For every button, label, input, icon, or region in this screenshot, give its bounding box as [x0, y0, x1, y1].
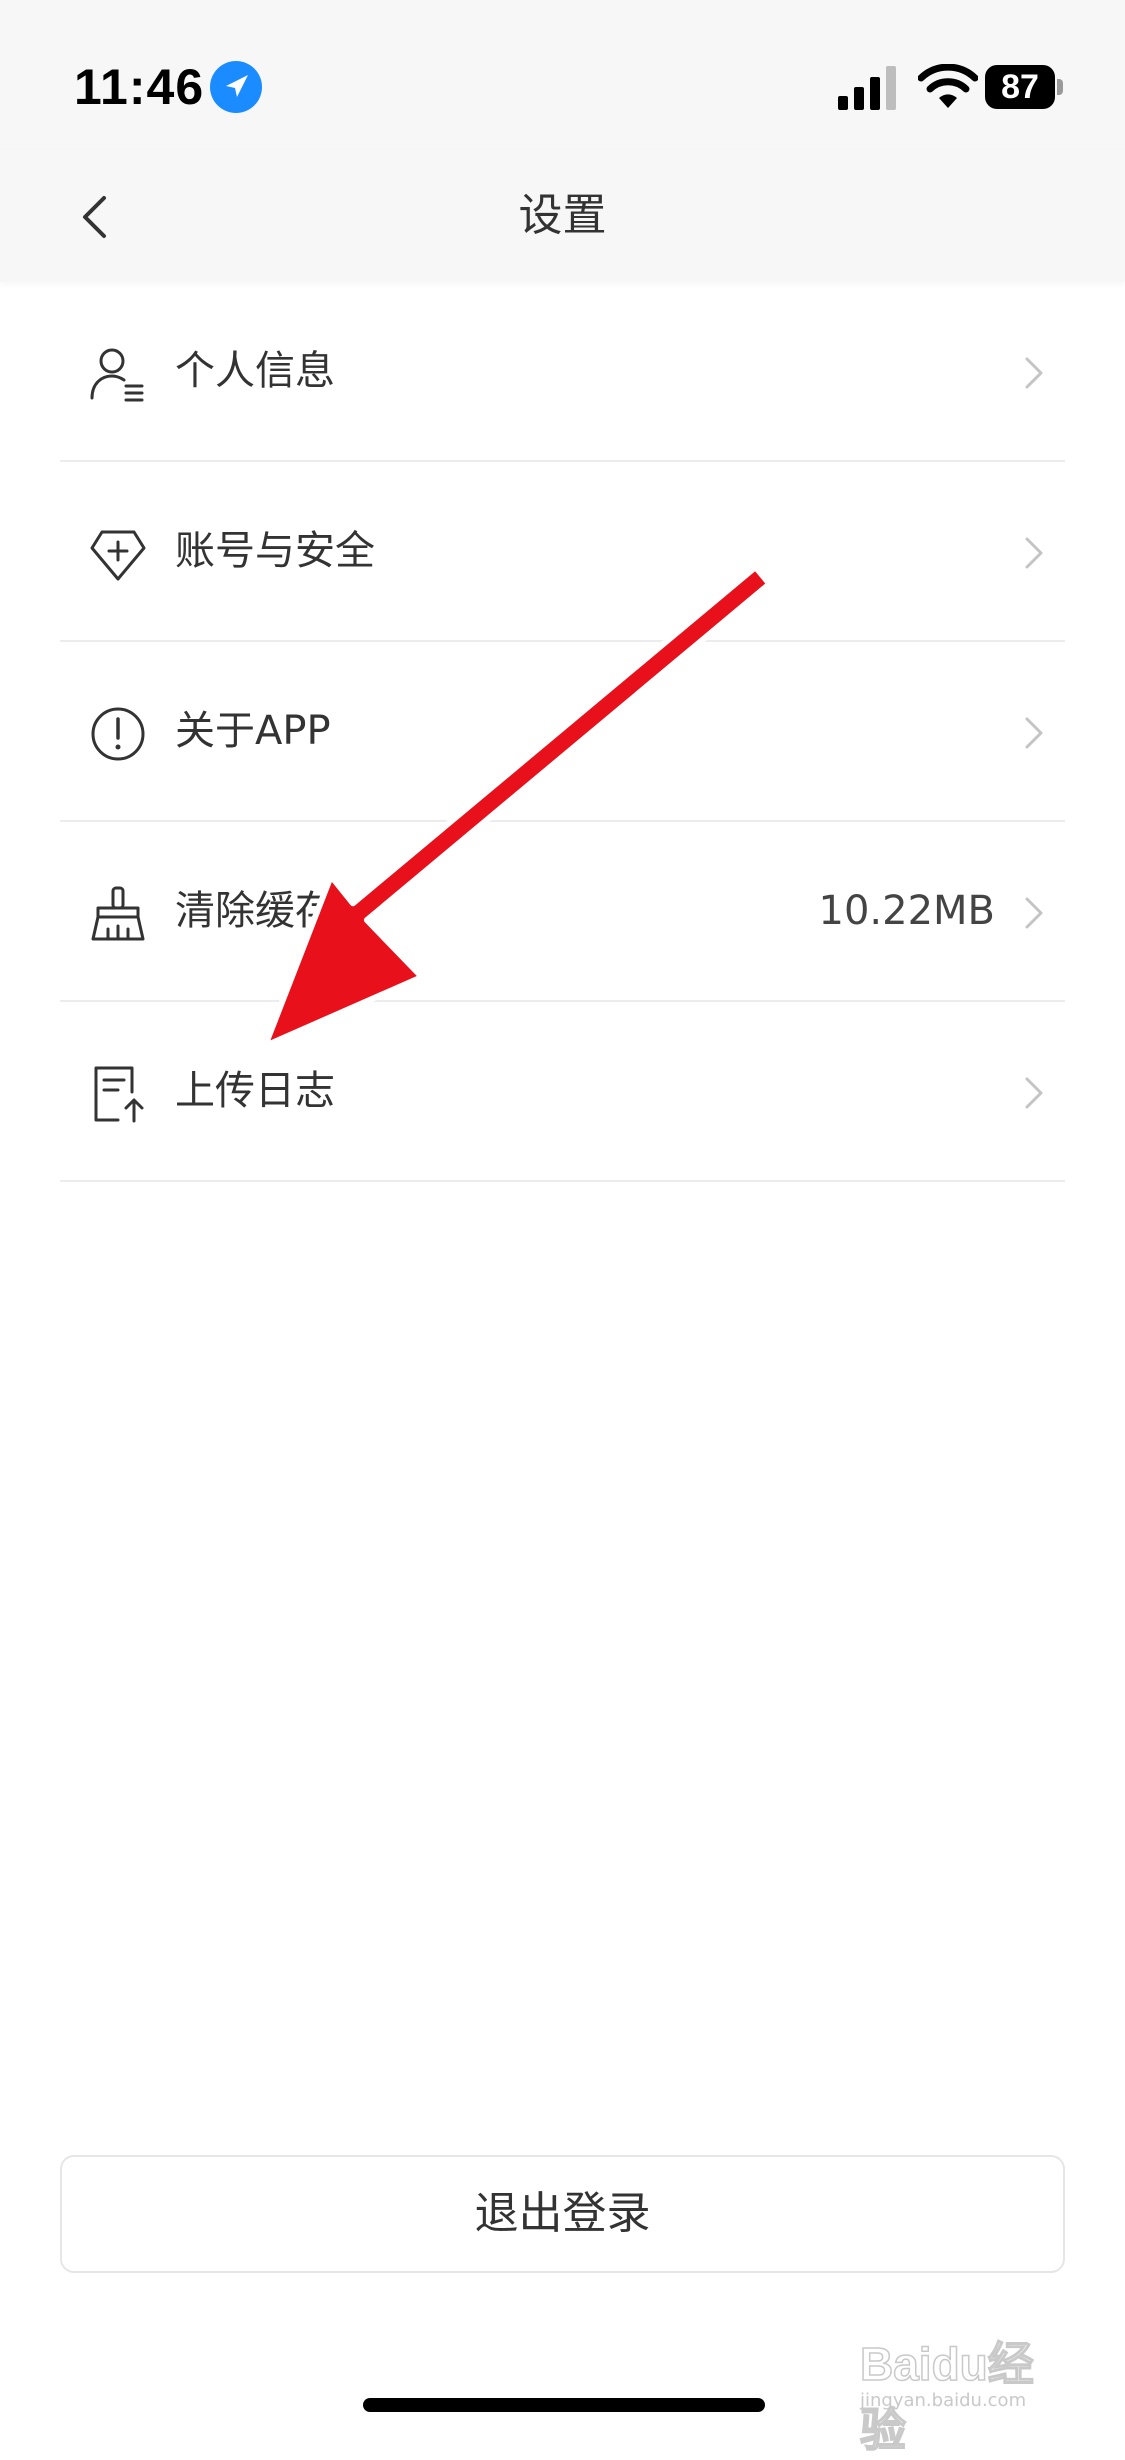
chevron-right-icon — [1025, 897, 1043, 929]
document-upload-icon — [94, 1066, 144, 1123]
shield-plus-icon — [90, 530, 146, 581]
chevron-right-icon — [1025, 1077, 1043, 1109]
settings-item-clear-cache[interactable]: 清除缓存 10.22MB — [60, 822, 1065, 1002]
battery-level: 87 — [1001, 68, 1039, 106]
settings-item-label: 账号与安全 — [175, 528, 375, 574]
back-icon[interactable] — [72, 192, 118, 242]
cache-size-value: 10.22MB — [818, 888, 995, 934]
home-indicator[interactable] — [363, 2398, 765, 2412]
settings-list: 个人信息 账号与安全 关于APP 清除缓存 10.22MB 上传日志 — [60, 282, 1065, 1182]
location-icon — [210, 61, 262, 113]
battery-indicator: 87 — [985, 65, 1065, 109]
chevron-right-icon — [1025, 537, 1043, 569]
chevron-right-icon — [1025, 717, 1043, 749]
cellular-signal-icon — [838, 66, 896, 110]
status-time: 11:46 — [74, 59, 205, 115]
nav-bar: 设置 — [0, 150, 1125, 282]
settings-item-label: 清除缓存 — [175, 888, 335, 934]
baidu-jingyan-watermark: Baidu经验 jingyan.baidu.com — [859, 2320, 1070, 2457]
wifi-icon — [918, 64, 978, 108]
settings-item-label: 关于APP — [175, 708, 331, 754]
page-title: 设置 — [518, 190, 607, 241]
settings-item-label: 个人信息 — [175, 348, 335, 394]
user-profile-icon — [90, 348, 144, 402]
battery-cap — [1057, 79, 1063, 95]
settings-item-account-security[interactable]: 账号与安全 — [60, 462, 1065, 642]
logout-button[interactable]: 退出登录 — [60, 2155, 1065, 2273]
watermark-brand: Baidu经验 — [859, 2337, 1034, 2457]
broom-icon — [91, 886, 145, 941]
settings-item-about-app[interactable]: 关于APP — [60, 642, 1065, 822]
settings-item-personal-info[interactable]: 个人信息 — [60, 282, 1065, 462]
info-exclamation-icon — [91, 707, 145, 761]
settings-item-upload-log[interactable]: 上传日志 — [60, 1002, 1065, 1182]
chevron-right-icon — [1025, 357, 1043, 389]
watermark-url: jingyan.baidu.com — [860, 2390, 1027, 2411]
status-bar: 11:46 87 — [0, 0, 1125, 150]
settings-item-label: 上传日志 — [175, 1068, 335, 1114]
